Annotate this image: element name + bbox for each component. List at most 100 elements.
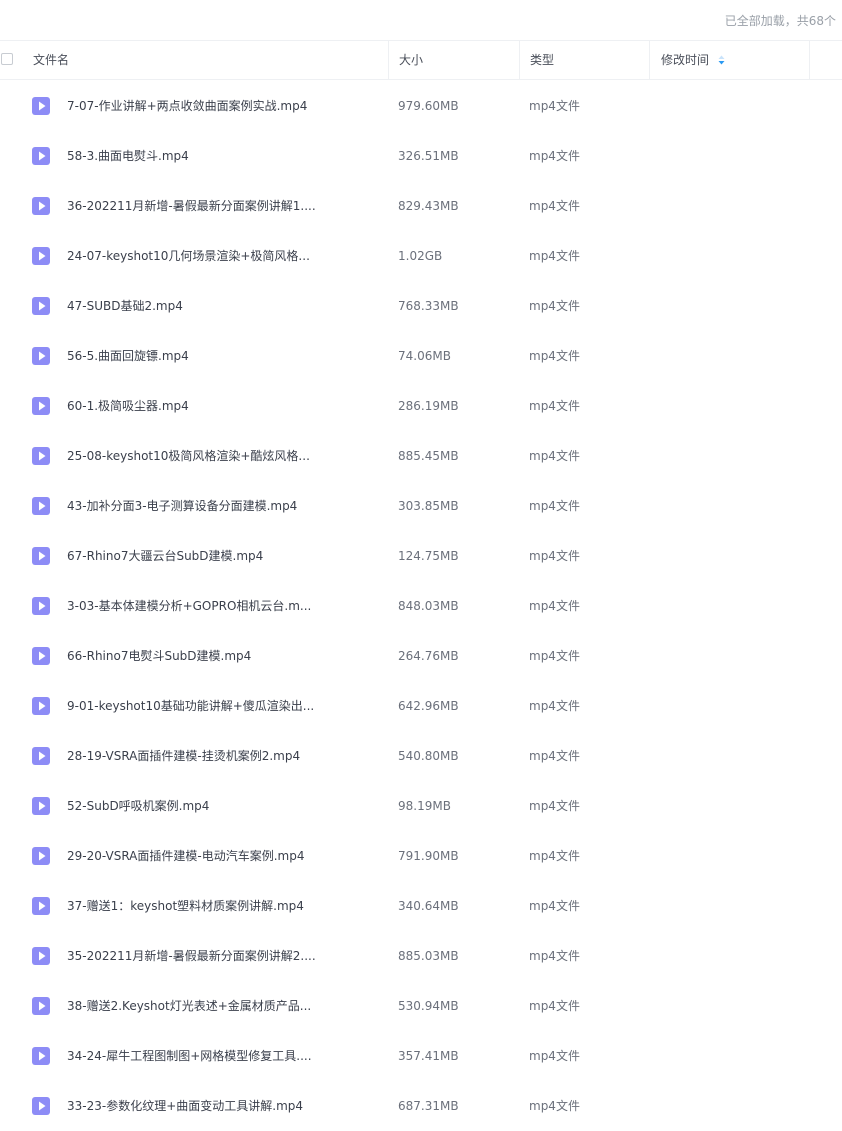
file-name[interactable]: 9-01-keyshot10基础功能讲解+傻瓜渲染出... [67, 681, 367, 731]
file-row[interactable]: 60-1.极简吸尘器.mp4 286.19MB mp4文件 [0, 381, 842, 431]
video-file-icon [32, 447, 50, 465]
file-size: 326.51MB [398, 149, 459, 163]
video-file-icon [32, 97, 50, 115]
file-type: mp4文件 [529, 899, 580, 913]
file-row[interactable]: 28-19-VSRA面插件建模-挂烫机案例2.mp4 540.80MB mp4文件 [0, 731, 842, 781]
file-row[interactable]: 33-23-参数化纹理+曲面变动工具讲解.mp4 687.31MB mp4文件 [0, 1081, 842, 1131]
file-row[interactable]: 29-20-VSRA面插件建模-电动汽车案例.mp4 791.90MB mp4文件 [0, 831, 842, 881]
file-name[interactable]: 56-5.曲面回旋镖.mp4 [67, 331, 367, 381]
file-name[interactable]: 58-3.曲面电熨斗.mp4 [67, 131, 367, 181]
file-name[interactable]: 3-03-基本体建模分析+GOPRO相机云台.m... [67, 581, 367, 631]
video-file-icon [32, 397, 50, 415]
video-file-icon [32, 797, 50, 815]
file-row[interactable]: 3-03-基本体建模分析+GOPRO相机云台.m... 848.03MB mp4文件 [0, 581, 842, 631]
file-name[interactable]: 38-赠送2.Keyshot灯光表述+金属材质产品... [67, 981, 367, 1031]
file-name[interactable]: 66-Rhino7电熨斗SubD建模.mp4 [67, 631, 367, 681]
file-type: mp4文件 [529, 699, 580, 713]
file-type: mp4文件 [529, 1099, 580, 1113]
file-type: mp4文件 [529, 549, 580, 563]
file-name[interactable]: 47-SUBD基础2.mp4 [67, 281, 367, 331]
load-status-text: 已全部加载，共68个 [724, 14, 836, 28]
file-row[interactable]: 66-Rhino7电熨斗SubD建模.mp4 264.76MB mp4文件 [0, 631, 842, 681]
file-size: 1.02GB [398, 249, 443, 263]
file-row[interactable]: 38-赠送2.Keyshot灯光表述+金属材质产品... 530.94MB mp4文… [0, 981, 842, 1031]
video-file-icon [32, 547, 50, 565]
video-file-icon [32, 847, 50, 865]
file-row[interactable]: 36-202211月新增-暑假最新分面案例讲解1.... 829.43MB mp4文… [0, 181, 842, 231]
column-header-modified[interactable]: 修改时间 [649, 41, 809, 79]
video-file-icon [32, 1047, 50, 1065]
file-type: mp4文件 [529, 949, 580, 963]
video-file-icon [32, 147, 50, 165]
video-file-icon [32, 747, 50, 765]
file-name[interactable]: 36-202211月新增-暑假最新分面案例讲解1.... [67, 181, 367, 231]
file-type: mp4文件 [529, 399, 580, 413]
video-file-icon [32, 997, 50, 1015]
file-size: 530.94MB [398, 999, 459, 1013]
file-type: mp4文件 [529, 99, 580, 113]
file-size: 829.43MB [398, 199, 459, 213]
file-size: 74.06MB [398, 349, 451, 363]
file-type: mp4文件 [529, 199, 580, 213]
file-row[interactable]: 37-赠送1：keyshot塑料材质案例讲解.mp4 340.64MB mp4文件 [0, 881, 842, 931]
file-row[interactable]: 56-5.曲面回旋镖.mp4 74.06MB mp4文件 [0, 331, 842, 381]
file-name[interactable]: 37-赠送1：keyshot塑料材质案例讲解.mp4 [67, 881, 367, 931]
file-type: mp4文件 [529, 349, 580, 363]
file-list: 7-07-作业讲解+两点收敛曲面案例实战.mp4 979.60MB mp4文件 58-… [0, 81, 842, 1131]
file-type: mp4文件 [529, 449, 580, 463]
file-name[interactable]: 43-加补分面3-电子测算设备分面建模.mp4 [67, 481, 367, 531]
file-row[interactable]: 67-Rhino7大疆云台SubD建模.mp4 124.75MB mp4文件 [0, 531, 842, 581]
file-name[interactable]: 29-20-VSRA面插件建模-电动汽车案例.mp4 [67, 831, 367, 881]
file-name[interactable]: 34-24-犀牛工程图制图+网格模型修复工具.... [67, 1031, 367, 1081]
file-size: 791.90MB [398, 849, 459, 863]
video-file-icon [32, 597, 50, 615]
sort-icon[interactable] [718, 55, 725, 65]
column-header-name[interactable]: 文件名 [0, 41, 388, 79]
video-file-icon [32, 897, 50, 915]
file-size: 124.75MB [398, 549, 459, 563]
file-name[interactable]: 7-07-作业讲解+两点收敛曲面案例实战.mp4 [67, 81, 367, 131]
file-name[interactable]: 60-1.极简吸尘器.mp4 [67, 381, 367, 431]
file-size: 357.41MB [398, 1049, 459, 1063]
file-row[interactable]: 35-202211月新增-暑假最新分面案例讲解2.... 885.03MB mp4文… [0, 931, 842, 981]
video-file-icon [32, 197, 50, 215]
file-type: mp4文件 [529, 649, 580, 663]
file-name[interactable]: 33-23-参数化纹理+曲面变动工具讲解.mp4 [67, 1081, 367, 1131]
file-size: 264.76MB [398, 649, 459, 663]
file-row[interactable]: 47-SUBD基础2.mp4 768.33MB mp4文件 [0, 281, 842, 331]
column-header-modified-label: 修改时间 [661, 53, 710, 67]
file-name[interactable]: 25-08-keyshot10极简风格渲染+酷炫风格... [67, 431, 367, 481]
file-name[interactable]: 52-SubD呼吸机案例.mp4 [67, 781, 367, 831]
file-row[interactable]: 25-08-keyshot10极简风格渲染+酷炫风格... 885.45MB mp4… [0, 431, 842, 481]
file-name[interactable]: 28-19-VSRA面插件建模-挂烫机案例2.mp4 [67, 731, 367, 781]
file-type: mp4文件 [529, 1049, 580, 1063]
file-size: 848.03MB [398, 599, 459, 613]
file-size: 642.96MB [398, 699, 459, 713]
file-name[interactable]: 24-07-keyshot10几何场景渲染+极简风格... [67, 231, 367, 281]
video-file-icon [32, 947, 50, 965]
file-row[interactable]: 34-24-犀牛工程图制图+网格模型修复工具.... 357.41MB mp4文件 [0, 1031, 842, 1081]
file-type: mp4文件 [529, 849, 580, 863]
file-size: 340.64MB [398, 899, 459, 913]
column-header-size[interactable]: 大小 [388, 41, 519, 79]
file-type: mp4文件 [529, 149, 580, 163]
column-header-type[interactable]: 类型 [519, 41, 649, 79]
file-size: 540.80MB [398, 749, 459, 763]
file-row[interactable]: 24-07-keyshot10几何场景渲染+极简风格... 1.02GB mp4文件 [0, 231, 842, 281]
file-row[interactable]: 7-07-作业讲解+两点收敛曲面案例实战.mp4 979.60MB mp4文件 [0, 81, 842, 131]
video-file-icon [32, 697, 50, 715]
file-size: 303.85MB [398, 499, 459, 513]
file-size: 768.33MB [398, 299, 459, 313]
file-size: 687.31MB [398, 1099, 459, 1113]
file-row[interactable]: 43-加补分面3-电子测算设备分面建模.mp4 303.85MB mp4文件 [0, 481, 842, 531]
file-row[interactable]: 9-01-keyshot10基础功能讲解+傻瓜渲染出... 642.96MB mp4… [0, 681, 842, 731]
file-type: mp4文件 [529, 999, 580, 1013]
file-name[interactable]: 67-Rhino7大疆云台SubD建模.mp4 [67, 531, 367, 581]
file-type: mp4文件 [529, 799, 580, 813]
file-size: 979.60MB [398, 99, 459, 113]
file-row[interactable]: 52-SubD呼吸机案例.mp4 98.19MB mp4文件 [0, 781, 842, 831]
file-name[interactable]: 35-202211月新增-暑假最新分面案例讲解2.... [67, 931, 367, 981]
file-row[interactable]: 58-3.曲面电熨斗.mp4 326.51MB mp4文件 [0, 131, 842, 181]
file-size: 98.19MB [398, 799, 451, 813]
video-file-icon [32, 647, 50, 665]
